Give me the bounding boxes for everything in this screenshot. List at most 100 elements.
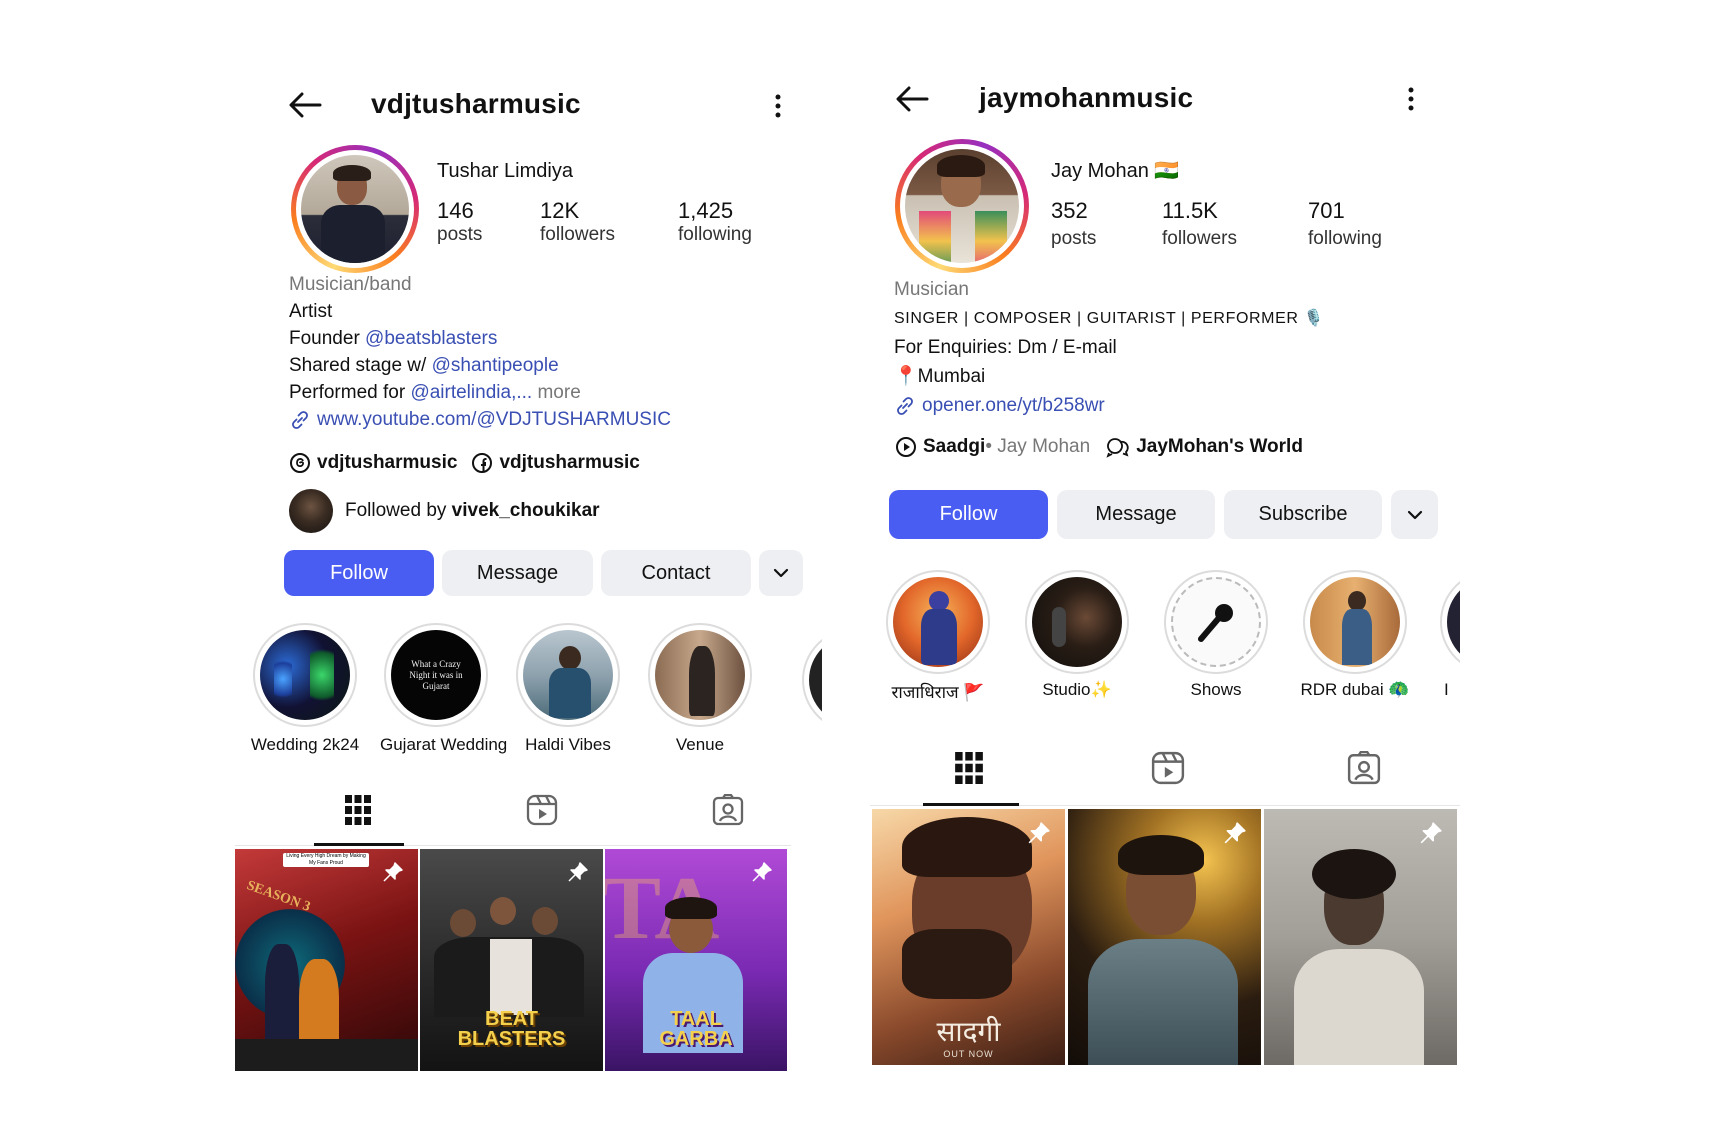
bio-line: For Enquiries: Dm / E-mail [894, 337, 1117, 358]
bio-line: Artist [289, 301, 333, 322]
followers-count[interactable]: 11.5K followers [1162, 198, 1237, 250]
story-highlight[interactable]: Studio✨ [1021, 570, 1133, 700]
threads-link[interactable]: vdjtusharmusic [289, 452, 457, 474]
story-highlight[interactable]: What a Crazy Night it was in Gujarat Guj… [380, 623, 508, 755]
tagged-tab-icon[interactable] [1347, 751, 1381, 785]
song-title: Saadgi [923, 436, 986, 457]
follow-button[interactable]: Follow [889, 490, 1048, 539]
social-links: vdjtusharmusic vdjtusharmusic [289, 452, 640, 474]
post-caption: TAAL GARBA [605, 1009, 787, 1049]
bio-line: 📍Mumbai [894, 366, 986, 387]
following-count-value: 701 [1308, 198, 1345, 223]
reels-tab-icon[interactable] [526, 794, 558, 826]
microphone-icon [1191, 597, 1241, 647]
bio-line: SINGER | COMPOSER | GUITARIST | PERFORME… [894, 310, 1325, 327]
following-count[interactable]: 1,425 following [678, 198, 752, 246]
back-arrow-icon[interactable] [895, 86, 929, 112]
grid-tab-icon[interactable] [345, 795, 371, 825]
message-button[interactable]: Message [442, 550, 593, 596]
post-tile[interactable]: TA TAAL GARBA [605, 849, 787, 1071]
tagged-tab-icon[interactable] [712, 794, 744, 826]
suggestions-dropdown-button[interactable] [1391, 490, 1438, 539]
post-caption: सादगी [936, 1015, 1001, 1048]
post-subcaption: OUT NOW [943, 1049, 994, 1059]
following-count[interactable]: 701 following [1308, 198, 1382, 250]
bio-line: Performed for @airtelindia,... more [289, 379, 671, 406]
story-highlight[interactable]: Shows [1160, 570, 1272, 700]
channel-icon [1106, 436, 1130, 458]
followed-by-username: vivek_choukikar [451, 500, 600, 521]
profile-song-link[interactable]: Saadgi • Jay Mohan [895, 436, 1090, 458]
story-highlight[interactable]: राजाधिराज 🚩 [882, 570, 994, 703]
active-tab-indicator [923, 803, 1019, 806]
followed-by-prefix: Followed by [345, 500, 452, 521]
story-highlight[interactable]: Venue [644, 623, 756, 755]
followed-by-text[interactable]: Followed by vivek_choukikar [345, 500, 600, 522]
mention-link[interactable]: @airtelindia [410, 382, 511, 403]
facebook-icon [471, 452, 493, 474]
profile-bio: Musician SINGER | COMPOSER | GUITARIST |… [894, 275, 1324, 420]
highlight-label: RDR dubai 🦚 [1300, 680, 1410, 699]
category-label: Musician [894, 279, 969, 300]
post-tile[interactable]: BEAT BLASTERS [420, 849, 603, 1071]
back-arrow-icon[interactable] [288, 92, 322, 118]
song-artist: • Jay Mohan [985, 436, 1091, 457]
followed-by-avatar[interactable] [289, 489, 333, 533]
posts-count[interactable]: 146 posts [437, 198, 482, 246]
highlight-label: Gujarat Wedding [380, 735, 508, 754]
posts-count[interactable]: 352 posts [1051, 198, 1096, 250]
reels-tab-icon[interactable] [1151, 751, 1185, 785]
profile-link-text: opener.one/yt/b258wr [922, 395, 1105, 416]
post-tile[interactable] [1068, 809, 1261, 1065]
bio-ellipsis: ,... [511, 382, 533, 403]
highlight-story-text: What a Crazy Night it was in Gujarat [409, 658, 463, 691]
more-options-icon[interactable] [774, 94, 782, 118]
broadcast-channel-link[interactable]: JayMohan's World [1106, 436, 1303, 458]
suggestions-dropdown-button[interactable] [759, 550, 803, 596]
profile-avatar[interactable] [291, 145, 419, 273]
story-highlight-partial[interactable] [802, 628, 822, 732]
post-caption-line: BEAT [485, 1008, 538, 1030]
channel-name: JayMohan's World [1136, 436, 1303, 457]
pinned-icon [1223, 821, 1247, 850]
profile-avatar[interactable] [895, 139, 1029, 273]
threads-icon [289, 452, 311, 474]
story-highlight-partial[interactable]: I [1440, 570, 1460, 730]
bio-more-link[interactable]: more [532, 382, 580, 403]
grid-tab-icon[interactable] [955, 752, 983, 784]
post-tile[interactable] [1264, 809, 1457, 1065]
post-tile[interactable]: सादगी OUT NOW [872, 809, 1065, 1065]
link-icon [289, 409, 311, 431]
followers-count-label: followers [1162, 228, 1237, 249]
highlight-label: Venue [675, 735, 725, 754]
highlight-label: Shows [1190, 680, 1242, 699]
followers-count[interactable]: 12K followers [540, 198, 615, 246]
story-highlight[interactable]: Wedding 2k24 [249, 623, 361, 755]
bio-text: Shared stage w/ [289, 355, 432, 376]
profile-panel-jaymohanmusic: jaymohanmusic Jay Mohan 🇮🇳 352 posts 11.… [870, 0, 1460, 1125]
more-options-icon[interactable] [1407, 87, 1415, 111]
post-tile[interactable]: Living Every High Dream by Making My Fan… [235, 849, 418, 1071]
profile-panel-vdjtusharmusic: vdjtusharmusic Tushar Limdiya 146 posts … [235, 0, 822, 1125]
story-highlight[interactable]: RDR dubai 🦚 [1299, 570, 1411, 700]
highlight-label: Wedding 2k24 [250, 735, 360, 754]
profile-link-text: www.youtube.com/@VDJTUSHARMUSIC [317, 409, 671, 430]
pinned-icon [567, 861, 589, 888]
following-count-value: 1,425 [678, 198, 734, 223]
mention-link[interactable]: @beatsblasters [365, 328, 497, 349]
facebook-link[interactable]: vdjtusharmusic [471, 452, 640, 474]
profile-link[interactable]: www.youtube.com/@VDJTUSHARMUSIC [289, 406, 671, 433]
highlight-label: I [1444, 680, 1449, 699]
profile-link[interactable]: opener.one/yt/b258wr [894, 391, 1324, 420]
subscribe-button[interactable]: Subscribe [1224, 490, 1382, 539]
pinned-icon [382, 861, 404, 888]
facebook-handle: vdjtusharmusic [499, 452, 640, 473]
mention-link[interactable]: @shantipeople [432, 355, 559, 376]
message-button[interactable]: Message [1057, 490, 1215, 539]
following-count-label: following [678, 224, 752, 245]
story-highlight[interactable]: Haldi Vibes [512, 623, 624, 755]
posts-count-label: posts [437, 224, 483, 245]
contact-button[interactable]: Contact [601, 550, 751, 596]
follow-button[interactable]: Follow [284, 550, 434, 596]
profile-bio: Musician/band Artist Founder @beatsblast… [289, 271, 671, 433]
